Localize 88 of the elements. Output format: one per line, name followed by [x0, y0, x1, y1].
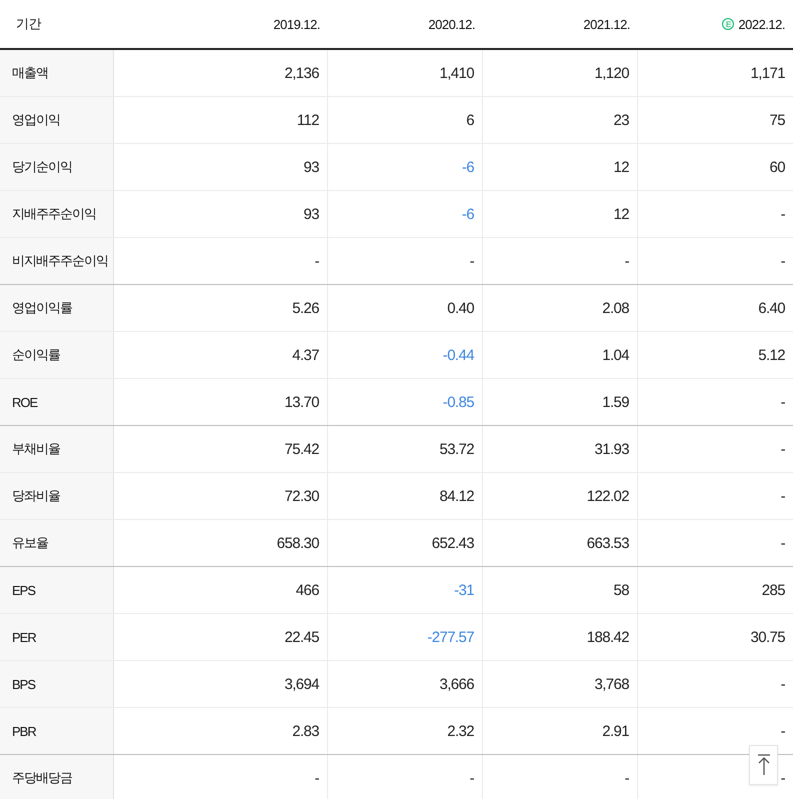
table-cell: 2.83: [292, 722, 319, 740]
table-cell: 663.53: [586, 534, 629, 552]
column-header: 2019.12.: [273, 16, 320, 32]
row-label: 영업이익: [0, 97, 114, 143]
table-cell: -: [780, 252, 785, 270]
table-cell: -: [780, 534, 785, 552]
table-cell: 1.59: [602, 394, 629, 410]
table-cell: -: [624, 252, 629, 270]
column-header: 2021.12.: [583, 16, 630, 32]
table-cell: -277.57: [427, 628, 474, 646]
table-cell: 72.30: [284, 488, 319, 504]
table-cell: -: [780, 206, 785, 222]
row-label: 영업이익률: [0, 285, 114, 331]
table-cell: 31.93: [594, 440, 629, 458]
table-cell: 112: [296, 112, 319, 128]
table-cell: 75: [770, 112, 785, 128]
table-cell: -0.44: [442, 346, 474, 364]
table-cell: 6: [466, 112, 474, 128]
row-label: BPS: [0, 661, 114, 707]
table-cell: -31: [454, 582, 474, 598]
table-cell: 1,410: [439, 64, 474, 82]
table-cell: 84.12: [439, 488, 474, 504]
table-cell: 22.45: [284, 628, 319, 646]
table-cell: 75.42: [284, 440, 319, 458]
table-cell: 58: [614, 582, 629, 598]
arrow-up-icon: [756, 754, 770, 776]
table-cell: -: [314, 252, 319, 270]
table-cell: 2.91: [602, 722, 629, 740]
table-cell: -: [780, 488, 785, 504]
row-label: 당기순이익: [0, 144, 114, 190]
table-cell: -: [470, 770, 474, 786]
table-cell: -: [780, 440, 785, 458]
row-label: PER: [0, 614, 114, 660]
row-label: 주당배당금: [0, 755, 114, 799]
row-label: 비지배주주순이익: [0, 238, 114, 284]
row-label: ROE: [0, 379, 114, 425]
table-cell: 1,171: [750, 64, 785, 82]
table-cell: 1,120: [594, 64, 629, 82]
table-cell: -: [314, 770, 319, 786]
table-cell: 3,666: [439, 676, 474, 692]
row-label: 지배주주순이익: [0, 191, 114, 237]
column-header: 2022.12.: [738, 16, 785, 32]
table-cell: 12: [614, 158, 629, 176]
table-cell: 23: [614, 112, 629, 128]
table-cell: 466: [296, 582, 319, 598]
table-cell: 30.75: [750, 628, 785, 646]
table-cell: 93: [304, 206, 319, 222]
table-cell: 3,768: [594, 676, 629, 692]
table-cell: 4.37: [292, 346, 319, 364]
table-cell: -6: [462, 206, 474, 222]
row-label: 순이익률: [0, 332, 114, 378]
table-cell: -: [470, 252, 474, 270]
table-cell: 12: [614, 206, 629, 222]
table-cell: -6: [462, 158, 474, 176]
row-label: EPS: [0, 567, 114, 613]
table-cell: -: [780, 770, 785, 786]
row-label: PBR: [0, 708, 114, 754]
row-label: 부채비율: [0, 426, 114, 472]
table-cell: 652.43: [432, 534, 474, 552]
row-label: 당좌비율: [0, 473, 114, 519]
column-header: 기간: [16, 15, 41, 33]
table-cell: -: [624, 770, 629, 786]
table-cell: 2.08: [602, 300, 629, 316]
table-cell: 0.40: [447, 300, 474, 316]
row-label: 유보율: [0, 520, 114, 566]
table-cell: 285: [762, 582, 785, 598]
table-cell: 6.40: [758, 300, 785, 316]
table-cell: 2.32: [447, 722, 474, 740]
table-cell: 658.30: [276, 534, 319, 552]
table-cell: -: [780, 394, 785, 410]
table-cell: -: [780, 722, 785, 740]
table-cell: 1.04: [602, 346, 629, 364]
table-cell: 53.72: [439, 440, 474, 458]
table-cell: 5.12: [758, 346, 785, 364]
table-cell: -: [780, 676, 785, 692]
table-cell: 5.26: [292, 300, 319, 316]
table-cell: 3,694: [284, 676, 319, 692]
table-cell: 122.02: [586, 488, 629, 504]
table-cell: 93: [304, 158, 319, 176]
table-cell: 188.42: [586, 628, 629, 646]
table-cell: -0.85: [442, 394, 474, 410]
column-header: 2020.12.: [428, 16, 475, 32]
table-cell: 13.70: [284, 394, 319, 410]
row-label: 매출액: [0, 50, 114, 96]
table-cell: 60: [770, 158, 785, 176]
scroll-top-button[interactable]: [749, 745, 778, 785]
table-cell: 2,136: [284, 64, 319, 82]
estimate-badge: E: [722, 18, 734, 30]
